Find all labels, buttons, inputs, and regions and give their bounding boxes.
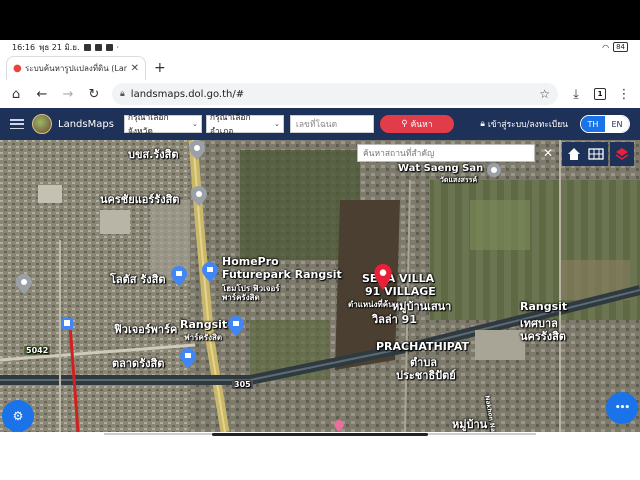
map-label-homepro-th-2: พาร์ครังสิต bbox=[222, 293, 260, 302]
lang-en-button[interactable]: EN bbox=[605, 116, 629, 132]
layers-map-button[interactable] bbox=[610, 142, 634, 166]
new-tab-button[interactable]: + bbox=[154, 60, 166, 76]
map-marker-pin-icon[interactable] bbox=[189, 140, 205, 160]
browser-toolbar: ⌂ ← → ↻ 🔒︎ landsmaps.dol.go.th/# ☆ ⤓ 1 ⋮ bbox=[0, 80, 640, 108]
download-icon[interactable]: ⤓ bbox=[568, 86, 584, 102]
map-label-future-park: ฟิวเจอร์พาร์ค bbox=[114, 323, 178, 336]
map-label-lotus: โลตัส รังสิต bbox=[110, 273, 166, 286]
road-shield-5042: 5042 bbox=[24, 346, 51, 355]
more-options-icon: ••• bbox=[614, 403, 630, 413]
language-toggle: TH EN bbox=[580, 115, 630, 133]
layers-icon bbox=[615, 148, 629, 160]
hamburger-menu-icon[interactable] bbox=[10, 119, 24, 129]
battery-level: 84 bbox=[616, 43, 625, 51]
clear-search-close-icon[interactable]: ✕ bbox=[538, 144, 558, 162]
browser-tab-strip: ● ระบบค้นหารูปแปลงที่ดิน (LandsMaps) ✕ + bbox=[0, 54, 640, 80]
chevron-down-icon: ⌄ bbox=[192, 120, 198, 128]
home-icon bbox=[568, 148, 580, 160]
map-label-prachathipat-en: PRACHATHIPAT bbox=[376, 340, 470, 353]
search-button[interactable]: ⚲ ค้นหา bbox=[379, 115, 454, 133]
more-notifications-icon: · bbox=[116, 42, 120, 52]
tools-icon: ⚙ bbox=[12, 409, 24, 423]
gesture-bar[interactable] bbox=[212, 433, 428, 436]
grid-icon bbox=[588, 148, 604, 160]
search-result-pin-icon[interactable] bbox=[374, 264, 392, 290]
url-text: landsmaps.dol.go.th/# bbox=[130, 88, 245, 100]
map-label-rangsit-mall-en: Rangsit bbox=[180, 318, 228, 331]
browser-tab-active[interactable]: ● ระบบค้นหารูปแปลงที่ดิน (LandsMaps) ✕ bbox=[6, 56, 146, 80]
tab-title: ระบบค้นหารูปแปลงที่ดิน (LandsMaps) bbox=[25, 64, 127, 73]
deed-number-input[interactable]: เลขที่โฉนด bbox=[289, 115, 374, 133]
map-label-sena-villa-1: SENA VILLA bbox=[362, 272, 435, 285]
home-icon[interactable]: ⌂ bbox=[8, 86, 24, 102]
shopping-bag-marker-icon[interactable] bbox=[228, 316, 244, 336]
district-select-value: กรุณาเลือกอำเภอ bbox=[209, 113, 251, 137]
reload-icon[interactable]: ↻ bbox=[86, 86, 102, 102]
status-date: พุธ 21 มิ.ย. bbox=[39, 42, 80, 52]
battery-icon: 84 bbox=[613, 42, 628, 52]
satellite-map[interactable]: บขส.รังสิต นครชัยแอร์รังสิต Wat Saeng Sa… bbox=[0, 140, 640, 432]
map-marker-pin-icon[interactable] bbox=[332, 420, 346, 432]
map-label-nakhon-chai-air: นครชัยแอร์รังสิต bbox=[100, 193, 180, 206]
map-label-wat-saeng-san-th: วัดแสงสรรค์ bbox=[440, 176, 478, 184]
map-label-prachathipat-th-2: ประชาธิปัตย์ bbox=[396, 369, 456, 382]
facebook-icon bbox=[83, 43, 91, 51]
map-label-sena-villa-th-3: วิลล่า 91 bbox=[372, 313, 417, 326]
app-header: LandsMaps กรุณาเลือกจังหวัด ⌄ กรุณาเลือก… bbox=[0, 108, 640, 140]
bottom-area bbox=[0, 432, 640, 480]
chevron-down-icon: ⌄ bbox=[274, 120, 280, 128]
province-select[interactable]: กรุณาเลือกจังหวัด ⌄ bbox=[123, 113, 202, 137]
lock-icon[interactable]: 🔒︎ bbox=[120, 89, 125, 99]
province-select-value: กรุณาเลือกจังหวัด bbox=[127, 113, 169, 137]
shopping-cart-marker-icon[interactable] bbox=[180, 348, 196, 368]
map-label-rangsit-th-2: นครรังสิต bbox=[520, 330, 566, 343]
more-options-fab[interactable]: ••• bbox=[606, 392, 638, 424]
map-label-homepro-2: Futurepark Rangsit bbox=[222, 268, 342, 281]
map-label-rangsit-en: Rangsit bbox=[520, 300, 568, 313]
tab-switcher-button[interactable]: 1 bbox=[594, 88, 606, 100]
map-marker-pin-icon[interactable] bbox=[191, 186, 207, 206]
grid-map-button[interactable] bbox=[584, 142, 608, 166]
map-marker-pin-icon[interactable] bbox=[16, 274, 32, 294]
map-label-moo-ban: หมู่บ้าน bbox=[452, 418, 488, 431]
lang-th-button[interactable]: TH bbox=[581, 116, 605, 132]
search-icon: ⚲ bbox=[401, 119, 408, 129]
map-label-talat-rangsit: ตลาดรังสิต bbox=[112, 357, 165, 370]
wifi-icon: ◠ bbox=[602, 42, 610, 52]
status-time: 16:16 bbox=[12, 42, 36, 52]
status-bar: 16:16 พุธ 21 มิ.ย. · ◠ 84 bbox=[0, 40, 640, 54]
shopping-bag-marker-icon[interactable] bbox=[171, 266, 187, 286]
address-bar[interactable]: 🔒︎ landsmaps.dol.go.th/# ☆ bbox=[112, 83, 558, 105]
map-label-rangsit-mall-th: ฟาร์ครังสิต bbox=[184, 333, 223, 342]
map-label-homepro-1: HomePro bbox=[222, 255, 279, 268]
place-search-placeholder: ค้นหาสถานที่สำคัญ bbox=[363, 149, 435, 159]
notification-icon bbox=[105, 43, 113, 51]
tab-close-icon[interactable]: ✕ bbox=[131, 63, 139, 74]
search-button-label: ค้นหา bbox=[410, 120, 433, 130]
deed-number-placeholder: เลขที่โฉนด bbox=[295, 120, 338, 130]
tab-favicon-pin-icon: ● bbox=[13, 62, 22, 74]
login-label: เข้าสู่ระบบ/ลงทะเบียน bbox=[487, 120, 568, 130]
back-arrow-icon[interactable]: ← bbox=[34, 86, 50, 102]
forward-arrow-icon[interactable]: → bbox=[60, 86, 76, 102]
map-tools-fab[interactable]: ⚙ bbox=[2, 400, 34, 432]
temple-marker-icon[interactable] bbox=[486, 162, 502, 182]
login-link[interactable]: 🔒︎ เข้าสู่ระบบ/ลงทะเบียน bbox=[480, 117, 568, 131]
bookmark-star-icon[interactable]: ☆ bbox=[539, 87, 550, 101]
map-imagery bbox=[0, 140, 640, 432]
map-label-wat-saeng-san-en: Wat Saeng San bbox=[398, 163, 484, 174]
district-select[interactable]: กรุณาเลือกอำเภอ ⌄ bbox=[205, 113, 284, 137]
map-label-bkc-rangsit: บขส.รังสิต bbox=[128, 148, 179, 161]
home-map-button[interactable] bbox=[562, 142, 586, 166]
lock-icon: 🔒︎ bbox=[480, 119, 485, 129]
transit-station-icon[interactable] bbox=[61, 318, 73, 330]
landsmaps-logo bbox=[32, 114, 52, 134]
road-shield-305: 305 bbox=[232, 380, 253, 389]
shopping-bag-marker-icon[interactable] bbox=[202, 262, 218, 282]
place-search-input[interactable]: ค้นหาสถานที่สำคัญ bbox=[357, 144, 535, 162]
top-letterbox bbox=[0, 0, 640, 40]
browser-menu-icon[interactable]: ⋮ bbox=[616, 86, 632, 102]
messenger-icon bbox=[94, 43, 102, 51]
brand-name: LandsMaps bbox=[58, 118, 114, 130]
